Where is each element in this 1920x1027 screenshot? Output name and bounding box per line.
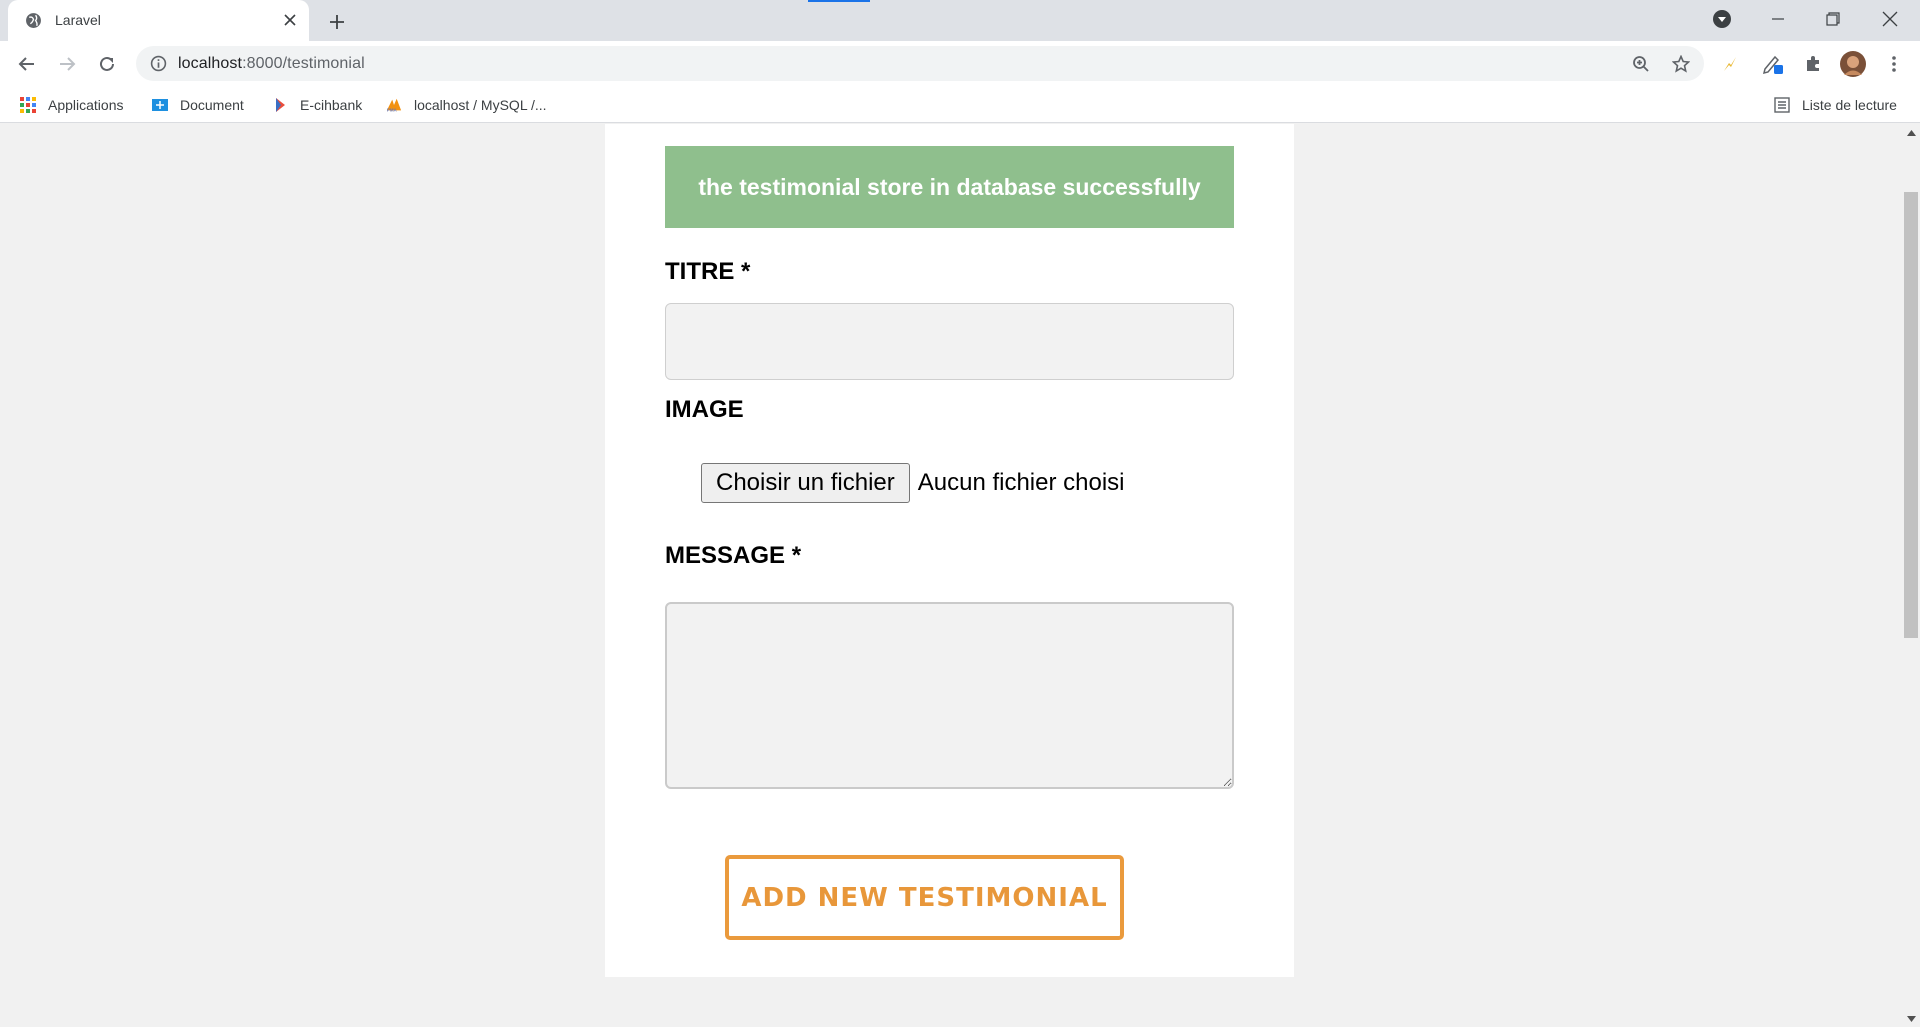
reading-list-button[interactable]: Liste de lecture [1774,95,1897,115]
bookmark-e-cihbank[interactable]: E-cihbank [272,95,362,115]
address-bar[interactable]: localhost:8000/testimonial [136,46,1704,81]
back-icon[interactable] [13,50,41,78]
scroll-up-icon[interactable] [1902,124,1920,141]
bookmarks-bar: Applications Document E-cihbank PMA loca… [0,87,1920,123]
file-status: Aucun fichier choisi [917,469,1125,496]
loading-indicator [808,0,870,2]
page-viewport: the testimonial store in database succes… [0,124,1902,1027]
reading-list-label: Liste de lecture [1802,97,1897,113]
restore-icon[interactable] [1813,0,1853,38]
browser-toolbar: localhost:8000/testimonial [0,41,1920,87]
plus-icon[interactable] [324,9,350,35]
bookmark-label: localhost / MySQL /... [414,97,547,113]
bookmark-applications[interactable]: Applications [20,95,124,115]
bookmark-label: Applications [48,97,124,113]
bookmark-document[interactable]: Document [152,95,244,115]
globe-icon [26,13,41,28]
scroll-down-icon[interactable] [1902,1010,1920,1027]
bookmark-label: Document [180,97,244,113]
apps-grid-icon [20,97,36,113]
page-scrollbar[interactable] [1902,124,1920,1027]
bolt-extension-icon[interactable] [1716,50,1744,78]
tab-laravel[interactable]: Laravel [8,0,309,41]
titre-label: TITRE * [665,258,751,285]
url-path: :8000/testimonial [242,55,365,72]
titre-input[interactable] [665,303,1234,380]
reload-icon[interactable] [93,50,121,78]
scrollbar-thumb[interactable] [1904,192,1918,638]
image-label: IMAGE [665,396,744,423]
window-close-icon[interactable] [1870,0,1910,38]
success-alert-text: the testimonial store in database succes… [698,173,1201,200]
url-text[interactable]: localhost:8000/testimonial [178,55,365,73]
message-textarea[interactable] [665,602,1234,789]
add-testimonial-label: ADD NEW TESTIMONIAL [741,882,1108,913]
pen-extension-icon[interactable] [1759,50,1787,78]
menu-icon[interactable] [1880,50,1908,78]
url-host: localhost [178,55,243,72]
tab-search-icon[interactable] [1702,0,1742,38]
star-icon[interactable] [1667,50,1695,78]
minimize-icon[interactable] [1758,0,1798,38]
phpmyadmin-icon: PMA [386,98,402,113]
svg-text:PMA: PMA [387,108,398,113]
close-icon[interactable] [280,10,300,30]
bookmark-label: E-cihbank [300,97,363,113]
forward-icon[interactable] [53,50,81,78]
image-file-input: Choisir un fichier Aucun fichier choisi [701,463,1125,503]
play-icon [276,98,285,112]
extension-icon[interactable] [1799,50,1827,78]
success-alert: the testimonial store in database succes… [665,146,1234,228]
choose-file-button[interactable]: Choisir un fichier [701,463,910,503]
tab-title: Laravel [55,12,101,28]
tab-strip: Laravel [0,0,1920,41]
info-icon[interactable] [150,55,167,72]
zoom-icon[interactable] [1627,50,1655,78]
message-label: MESSAGE * [665,542,802,569]
add-testimonial-button[interactable]: ADD NEW TESTIMONIAL [725,855,1124,940]
avatar[interactable] [1839,50,1867,78]
bookmark-phpmyadmin[interactable]: PMA localhost / MySQL /... [386,95,547,115]
testimonial-form: the testimonial store in database succes… [605,124,1294,977]
reading-list-icon [1774,97,1790,113]
document-icon [152,99,168,111]
